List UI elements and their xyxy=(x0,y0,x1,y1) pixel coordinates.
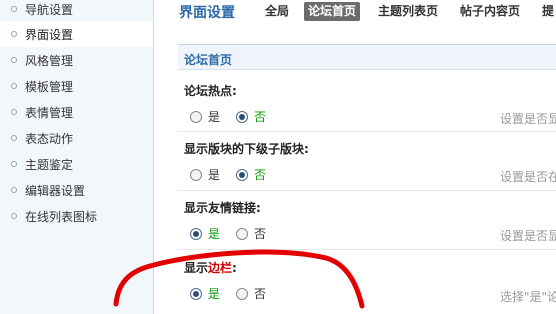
sidebar-item-interface-settings[interactable]: 界面设置 xyxy=(0,21,153,47)
setting-label-prefix: 显示 xyxy=(184,261,209,275)
page-title: 界面设置 xyxy=(179,5,235,21)
bullet-icon xyxy=(11,187,17,193)
sidebar-item-label: 风格管理 xyxy=(25,53,74,68)
sidebar-item-label: 模板管理 xyxy=(25,79,74,94)
setting-label: 显示边栏: xyxy=(184,259,237,276)
option-no-label: 否 xyxy=(254,168,267,182)
bullet-icon xyxy=(11,31,17,37)
bullet-icon xyxy=(11,57,17,63)
radio-off-icon[interactable] xyxy=(236,287,248,300)
option-yes-label: 是 xyxy=(208,227,221,241)
page-header: 界面设置 全局 论坛首页 主题列表页 帖子内容页 提 xyxy=(155,0,556,28)
radio-off-icon[interactable] xyxy=(190,168,202,181)
bullet-icon xyxy=(11,135,17,141)
tab-thread-list[interactable]: 主题列表页 xyxy=(374,2,442,21)
sidebar-item-template-management[interactable]: 模板管理 xyxy=(0,73,153,99)
setting-label-suffix: : xyxy=(232,261,237,275)
sidebar-item-label: 在线列表图标 xyxy=(25,209,98,224)
option-yes[interactable]: 是 xyxy=(190,225,220,242)
section-header: 论坛首页 xyxy=(178,44,556,70)
divider xyxy=(178,190,556,191)
sidebar-item-style-management[interactable]: 风格管理 xyxy=(0,47,153,73)
radio-on-icon[interactable] xyxy=(190,227,202,240)
option-no-label: 否 xyxy=(254,227,267,241)
radio-off-icon[interactable] xyxy=(236,227,248,240)
section-title: 论坛首页 xyxy=(184,53,233,67)
bullet-icon xyxy=(11,213,17,219)
option-no[interactable]: 否 xyxy=(236,225,266,242)
bullet-icon xyxy=(11,109,17,115)
sidebar-item-reaction-actions[interactable]: 表态动作 xyxy=(0,125,153,151)
bullet-icon xyxy=(11,6,17,12)
sidebar-item-label: 编辑器设置 xyxy=(25,183,86,198)
sidebar-item-thread-stamps[interactable]: 主题鉴定 xyxy=(0,151,153,177)
sidebar-item-label: 表态动作 xyxy=(25,131,74,146)
tab-global[interactable]: 全局 xyxy=(261,2,293,21)
sidebar-item-label: 表情管理 xyxy=(25,105,74,120)
radio-on-icon[interactable] xyxy=(236,110,248,123)
tab-post-content[interactable]: 帖子内容页 xyxy=(456,2,524,21)
divider xyxy=(178,131,556,132)
option-yes-label: 是 xyxy=(208,168,221,182)
sidebar: 导航设置 界面设置 风格管理 模板管理 表情管理 表态动作 主题鉴定 编辑器设置… xyxy=(0,0,154,314)
divider xyxy=(178,249,556,250)
radio-on-icon[interactable] xyxy=(236,168,248,181)
setting-hint: 设置是否在 xyxy=(500,170,556,184)
bullet-icon xyxy=(11,161,17,167)
tab-more[interactable]: 提 xyxy=(538,2,556,21)
bullet-icon xyxy=(11,83,17,89)
sidebar-item-smiley-management[interactable]: 表情管理 xyxy=(0,99,153,125)
option-no[interactable]: 否 xyxy=(236,285,266,302)
sidebar-item-online-list-icons[interactable]: 在线列表图标 xyxy=(0,203,153,229)
radio-off-icon[interactable] xyxy=(190,110,202,123)
option-no-label: 否 xyxy=(254,110,267,124)
sidebar-item-label: 导航设置 xyxy=(25,2,74,17)
setting-label-highlight: 边栏 xyxy=(208,261,233,275)
sidebar-item-editor-settings[interactable]: 编辑器设置 xyxy=(0,177,153,203)
setting-hint: 设置是否显 xyxy=(500,229,556,243)
option-no[interactable]: 否 xyxy=(236,108,266,125)
setting-hint: 选择"是"论 xyxy=(500,290,556,304)
radio-on-icon[interactable] xyxy=(190,287,202,300)
option-no-label: 否 xyxy=(254,287,267,301)
option-yes[interactable]: 是 xyxy=(190,166,220,183)
setting-hint: 设置是否显 xyxy=(500,112,556,126)
option-yes[interactable]: 是 xyxy=(190,285,220,302)
option-no[interactable]: 否 xyxy=(236,166,266,183)
settings-panel: 论坛首页 论坛热点: 是 否 设置是否显 显示版块的下级子版块: 是 否 设置是… xyxy=(178,44,556,314)
setting-label: 显示友情链接: xyxy=(184,201,261,215)
sidebar-item-nav-settings[interactable]: 导航设置 xyxy=(0,0,153,22)
sidebar-item-label: 主题鉴定 xyxy=(25,157,74,172)
sidebar-item-label: 界面设置 xyxy=(25,27,74,42)
option-yes-label: 是 xyxy=(208,287,221,301)
option-yes[interactable]: 是 xyxy=(190,108,220,125)
setting-label: 论坛热点: xyxy=(184,84,237,98)
tab-forum-home[interactable]: 论坛首页 xyxy=(304,2,361,21)
option-yes-label: 是 xyxy=(208,110,221,124)
setting-label: 显示版块的下级子版块: xyxy=(184,142,309,156)
